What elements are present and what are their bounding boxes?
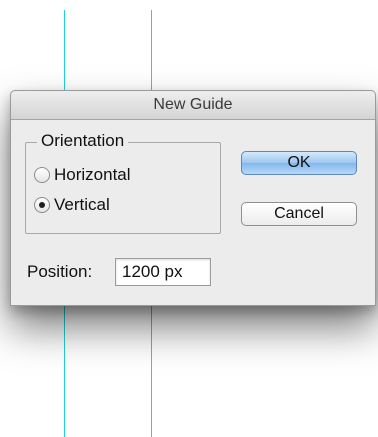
dialog-title: New Guide: [11, 91, 375, 120]
horizontal-radio-button[interactable]: [34, 167, 50, 183]
position-label: Position:: [27, 262, 93, 281]
vertical-radio-option[interactable]: Vertical: [34, 195, 110, 215]
vertical-radio-label[interactable]: Vertical: [54, 195, 110, 215]
horizontal-radio-option[interactable]: Horizontal: [34, 165, 131, 185]
new-guide-dialog: New Guide Orientation Horizontal Vertica…: [10, 90, 376, 306]
orientation-group: Orientation Horizontal Vertical: [25, 131, 221, 234]
ok-button[interactable]: OK: [241, 151, 357, 175]
orientation-legend: Orientation: [37, 131, 129, 151]
vertical-radio-button[interactable]: [34, 197, 50, 213]
horizontal-radio-label[interactable]: Horizontal: [54, 165, 131, 185]
position-input[interactable]: [115, 258, 211, 286]
cancel-button[interactable]: Cancel: [241, 202, 357, 226]
